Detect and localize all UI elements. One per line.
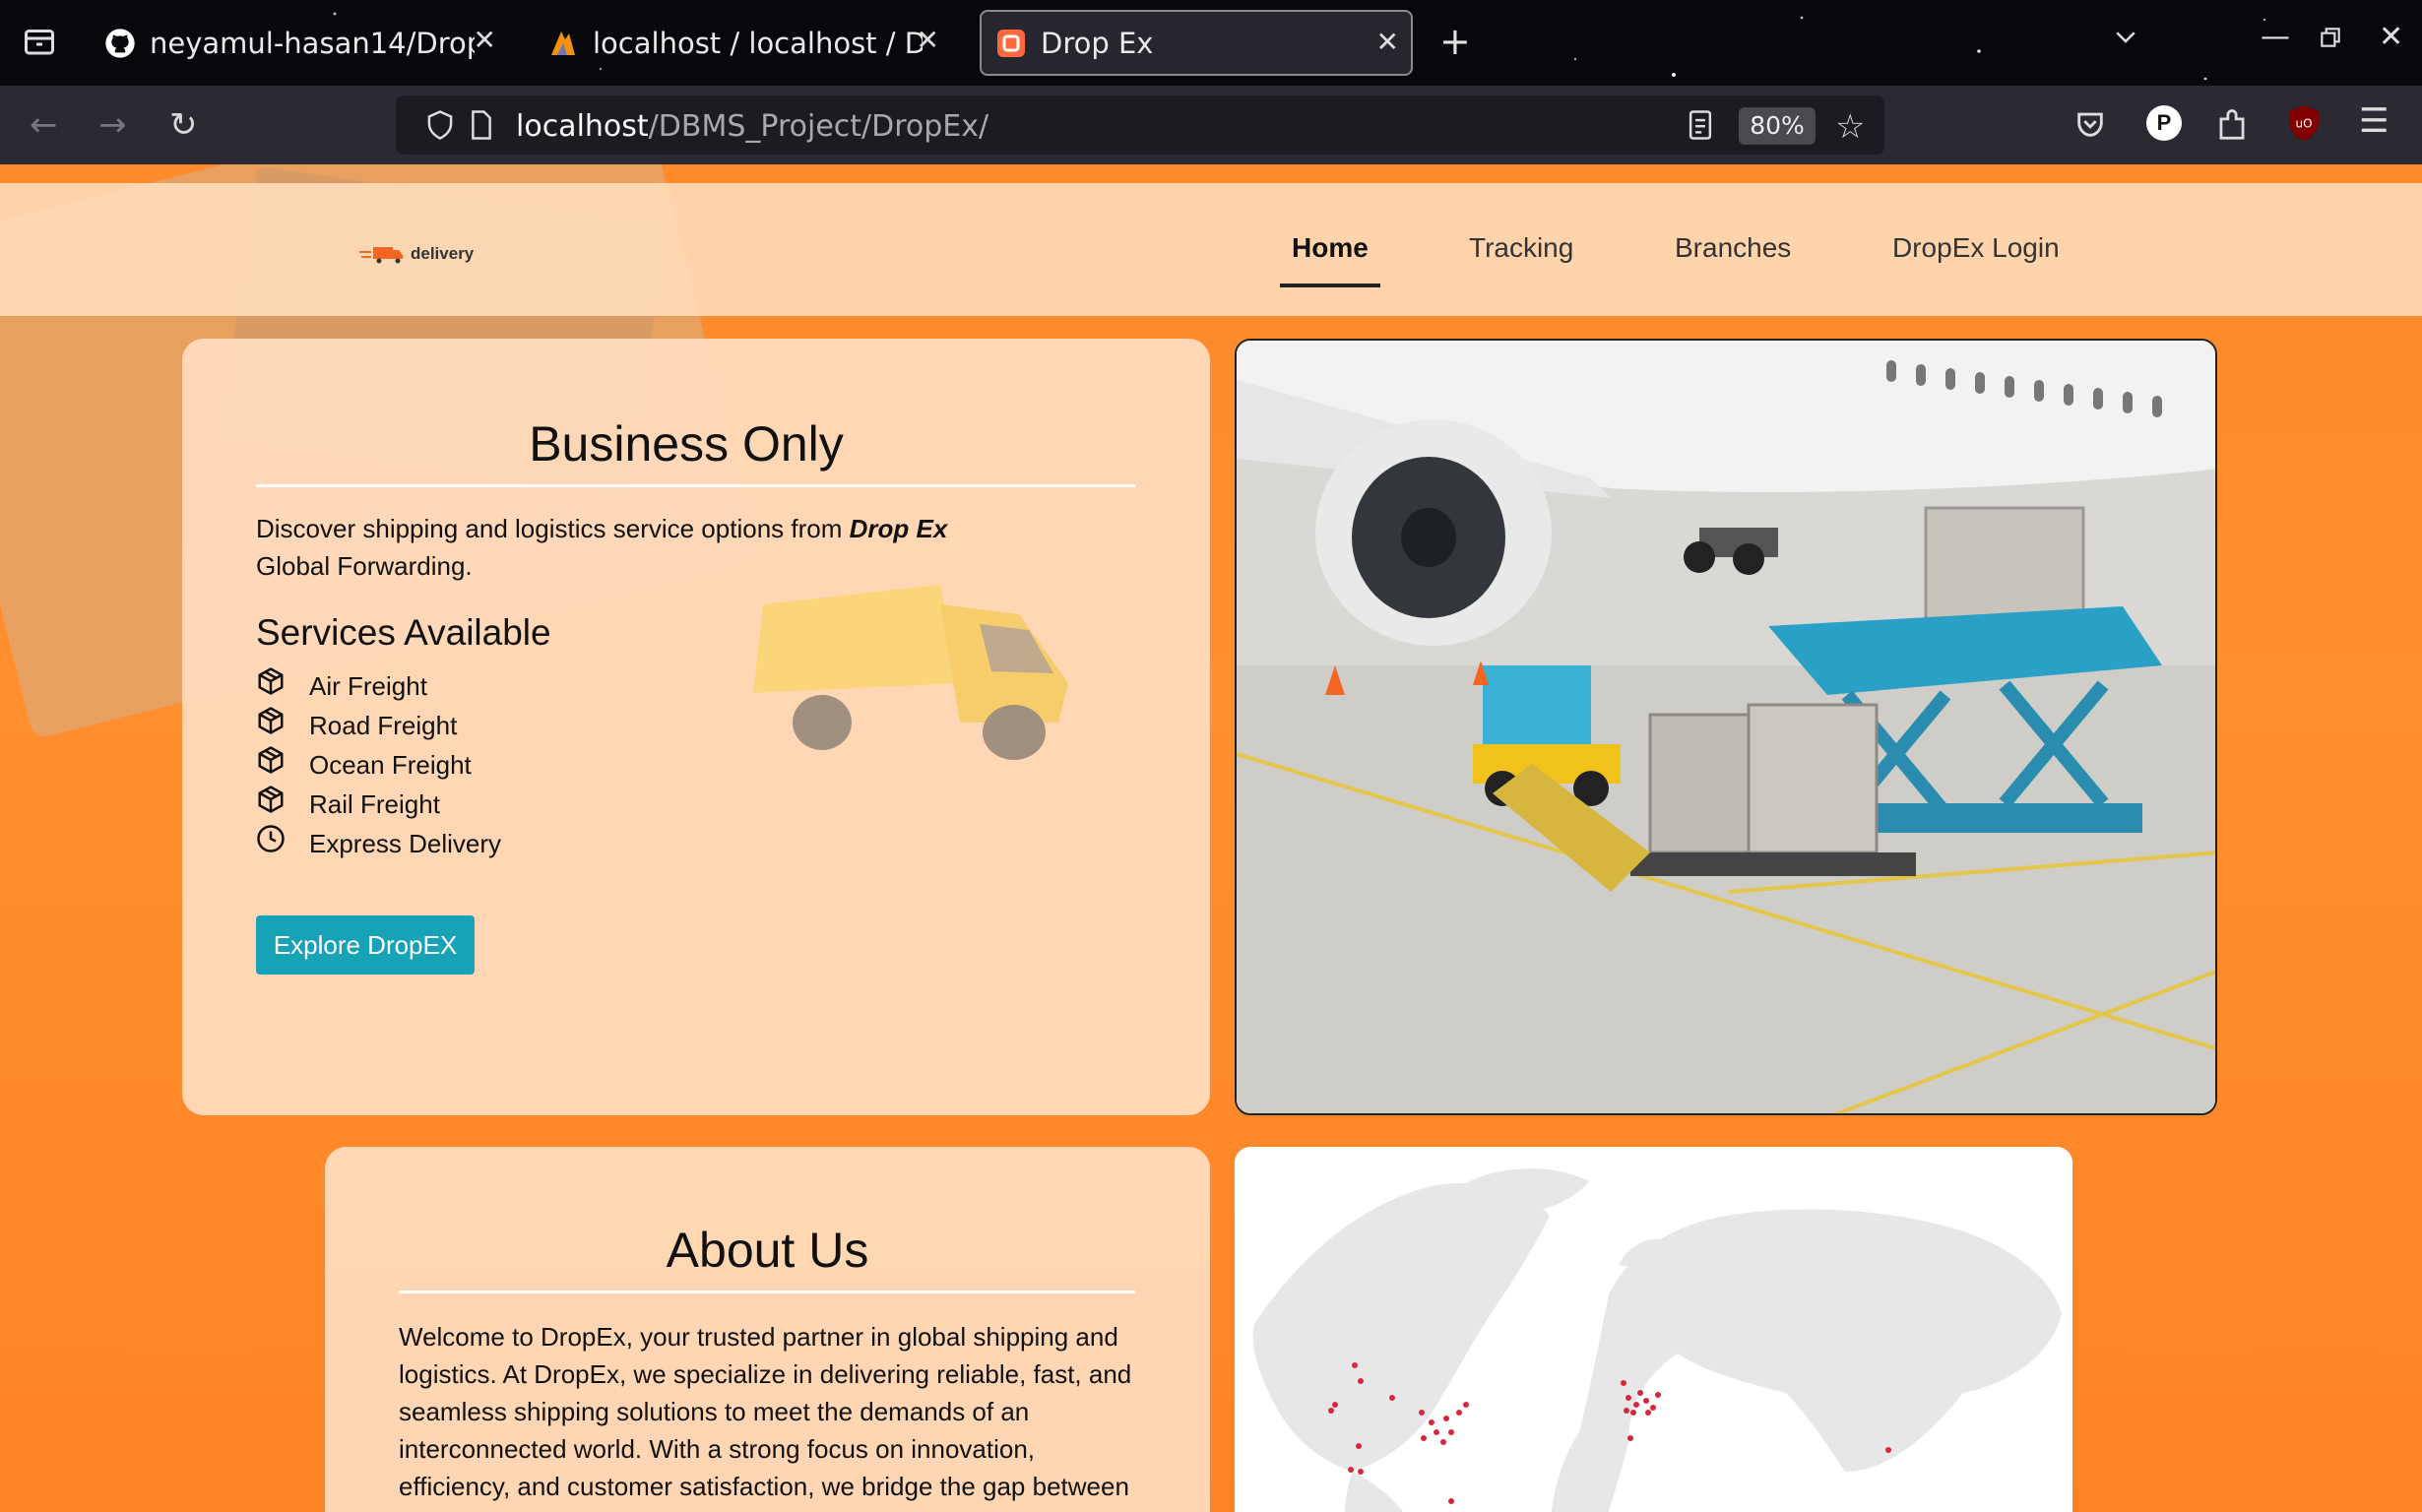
- github-icon: [104, 28, 136, 59]
- zoom-level[interactable]: 80%: [1739, 107, 1816, 145]
- tab-title: Drop Ex: [1041, 26, 1154, 60]
- box-icon: [258, 666, 284, 695]
- svg-text:uO: uO: [2295, 117, 2312, 131]
- reload-icon[interactable]: ↻: [169, 105, 198, 145]
- browser-nav-bar: ← → ↻ localhost/DBMS_Project/DropEx/ 80%…: [0, 86, 2422, 164]
- url-text[interactable]: localhost/DBMS_Project/DropEx/: [516, 109, 988, 144]
- nav-dropex-login[interactable]: DropEx Login: [1892, 232, 2060, 264]
- bookmark-star-icon[interactable]: ☆: [1835, 107, 1865, 147]
- close-tab-icon[interactable]: ✕: [474, 24, 496, 56]
- tab-title: localhost / localhost / DropEx: [593, 26, 923, 60]
- new-tab-icon[interactable]: +: [1439, 20, 1471, 63]
- reader-view-icon[interactable]: [1686, 109, 1715, 146]
- about-title: About Us: [666, 1223, 869, 1278]
- shield-icon[interactable]: [425, 109, 455, 146]
- intro-text: Global Forwarding.: [256, 551, 473, 581]
- tab-github[interactable]: neyamul-hasan14/DropEx ✕: [104, 10, 518, 76]
- url-host: localhost: [516, 109, 649, 144]
- list-all-tabs-icon[interactable]: [2111, 22, 2140, 59]
- site-logo[interactable]: delivery: [359, 244, 474, 264]
- service-label: Ocean Freight: [309, 750, 472, 780]
- nav-home[interactable]: Home: [1280, 232, 1380, 287]
- extensions-icon[interactable]: [2215, 105, 2249, 146]
- logo-text: delivery: [411, 244, 475, 263]
- service-item: Express Delivery: [256, 824, 502, 859]
- brand-name: Drop Ex: [849, 514, 948, 543]
- service-item: Air Freight: [256, 666, 427, 702]
- service-item: Rail Freight: [256, 785, 440, 820]
- air-cargo-photo: [1235, 339, 2217, 1115]
- tab-overview-icon[interactable]: [22, 24, 57, 67]
- close-tab-icon[interactable]: ✕: [917, 24, 939, 56]
- hamburger-menu-icon[interactable]: ☰: [2359, 101, 2389, 141]
- logo-truck-icon: [359, 247, 403, 264]
- about-text: Welcome to DropEx, your trusted partner …: [399, 1322, 1132, 1512]
- tab-phpmyadmin[interactable]: localhost / localhost / DropEx ✕: [547, 10, 961, 76]
- about-us-card: About Us Welcome to DropEx, your trusted…: [325, 1147, 1210, 1512]
- tab-drop-ex[interactable]: Drop Ex ✕: [980, 10, 1413, 76]
- box-icon: [258, 785, 284, 813]
- url-path: /DBMS_Project/DropEx/: [648, 109, 989, 144]
- intro-text: Discover shipping and logistics service …: [256, 514, 850, 543]
- box-icon: [258, 745, 284, 774]
- minimize-icon[interactable]: —: [2261, 20, 2290, 54]
- profile-avatar[interactable]: P: [2146, 105, 2182, 141]
- close-window-icon[interactable]: ✕: [2379, 20, 2403, 54]
- clock-icon: [257, 824, 285, 852]
- title-divider: [256, 484, 1135, 487]
- service-label: Express Delivery: [309, 829, 502, 858]
- tab-title: neyamul-hasan14/DropEx: [150, 26, 475, 60]
- page-content: delivery Home Tracking Branches DropEx L…: [0, 164, 2422, 1512]
- branches-world-map: [1235, 1147, 2072, 1512]
- service-label: Road Freight: [309, 711, 458, 740]
- business-title: Business Only: [529, 416, 844, 472]
- service-item: Ocean Freight: [256, 745, 472, 781]
- back-icon[interactable]: ←: [30, 105, 58, 145]
- ublock-origin-icon[interactable]: uO: [2286, 103, 2322, 148]
- pocket-icon[interactable]: [2073, 107, 2107, 146]
- service-label: Air Freight: [309, 671, 427, 701]
- nav-tracking[interactable]: Tracking: [1469, 232, 1573, 264]
- site-header: delivery Home Tracking Branches DropEx L…: [0, 183, 2422, 316]
- url-bar[interactable]: localhost/DBMS_Project/DropEx/ 80% ☆: [396, 95, 1884, 155]
- service-label: Rail Freight: [309, 789, 440, 819]
- business-intro: Discover shipping and logistics service …: [256, 510, 1024, 585]
- forward-icon[interactable]: →: [98, 105, 127, 145]
- nav-branches[interactable]: Branches: [1675, 232, 1791, 264]
- box-icon: [258, 706, 284, 734]
- restore-icon[interactable]: [2318, 24, 2343, 58]
- title-divider: [399, 1291, 1135, 1293]
- close-tab-icon[interactable]: ✕: [1376, 26, 1399, 58]
- page-icon: [469, 109, 494, 146]
- browser-tab-bar: neyamul-hasan14/DropEx ✕ localhost / loc…: [0, 0, 2422, 86]
- phpmyadmin-icon: [547, 28, 579, 59]
- dropex-favicon-icon: [995, 28, 1027, 59]
- service-item: Road Freight: [256, 706, 458, 741]
- business-card: Business Only Discover shipping and logi…: [182, 339, 1210, 1115]
- explore-dropex-button[interactable]: Explore DropEX: [256, 915, 475, 975]
- services-heading: Services Available: [256, 612, 551, 653]
